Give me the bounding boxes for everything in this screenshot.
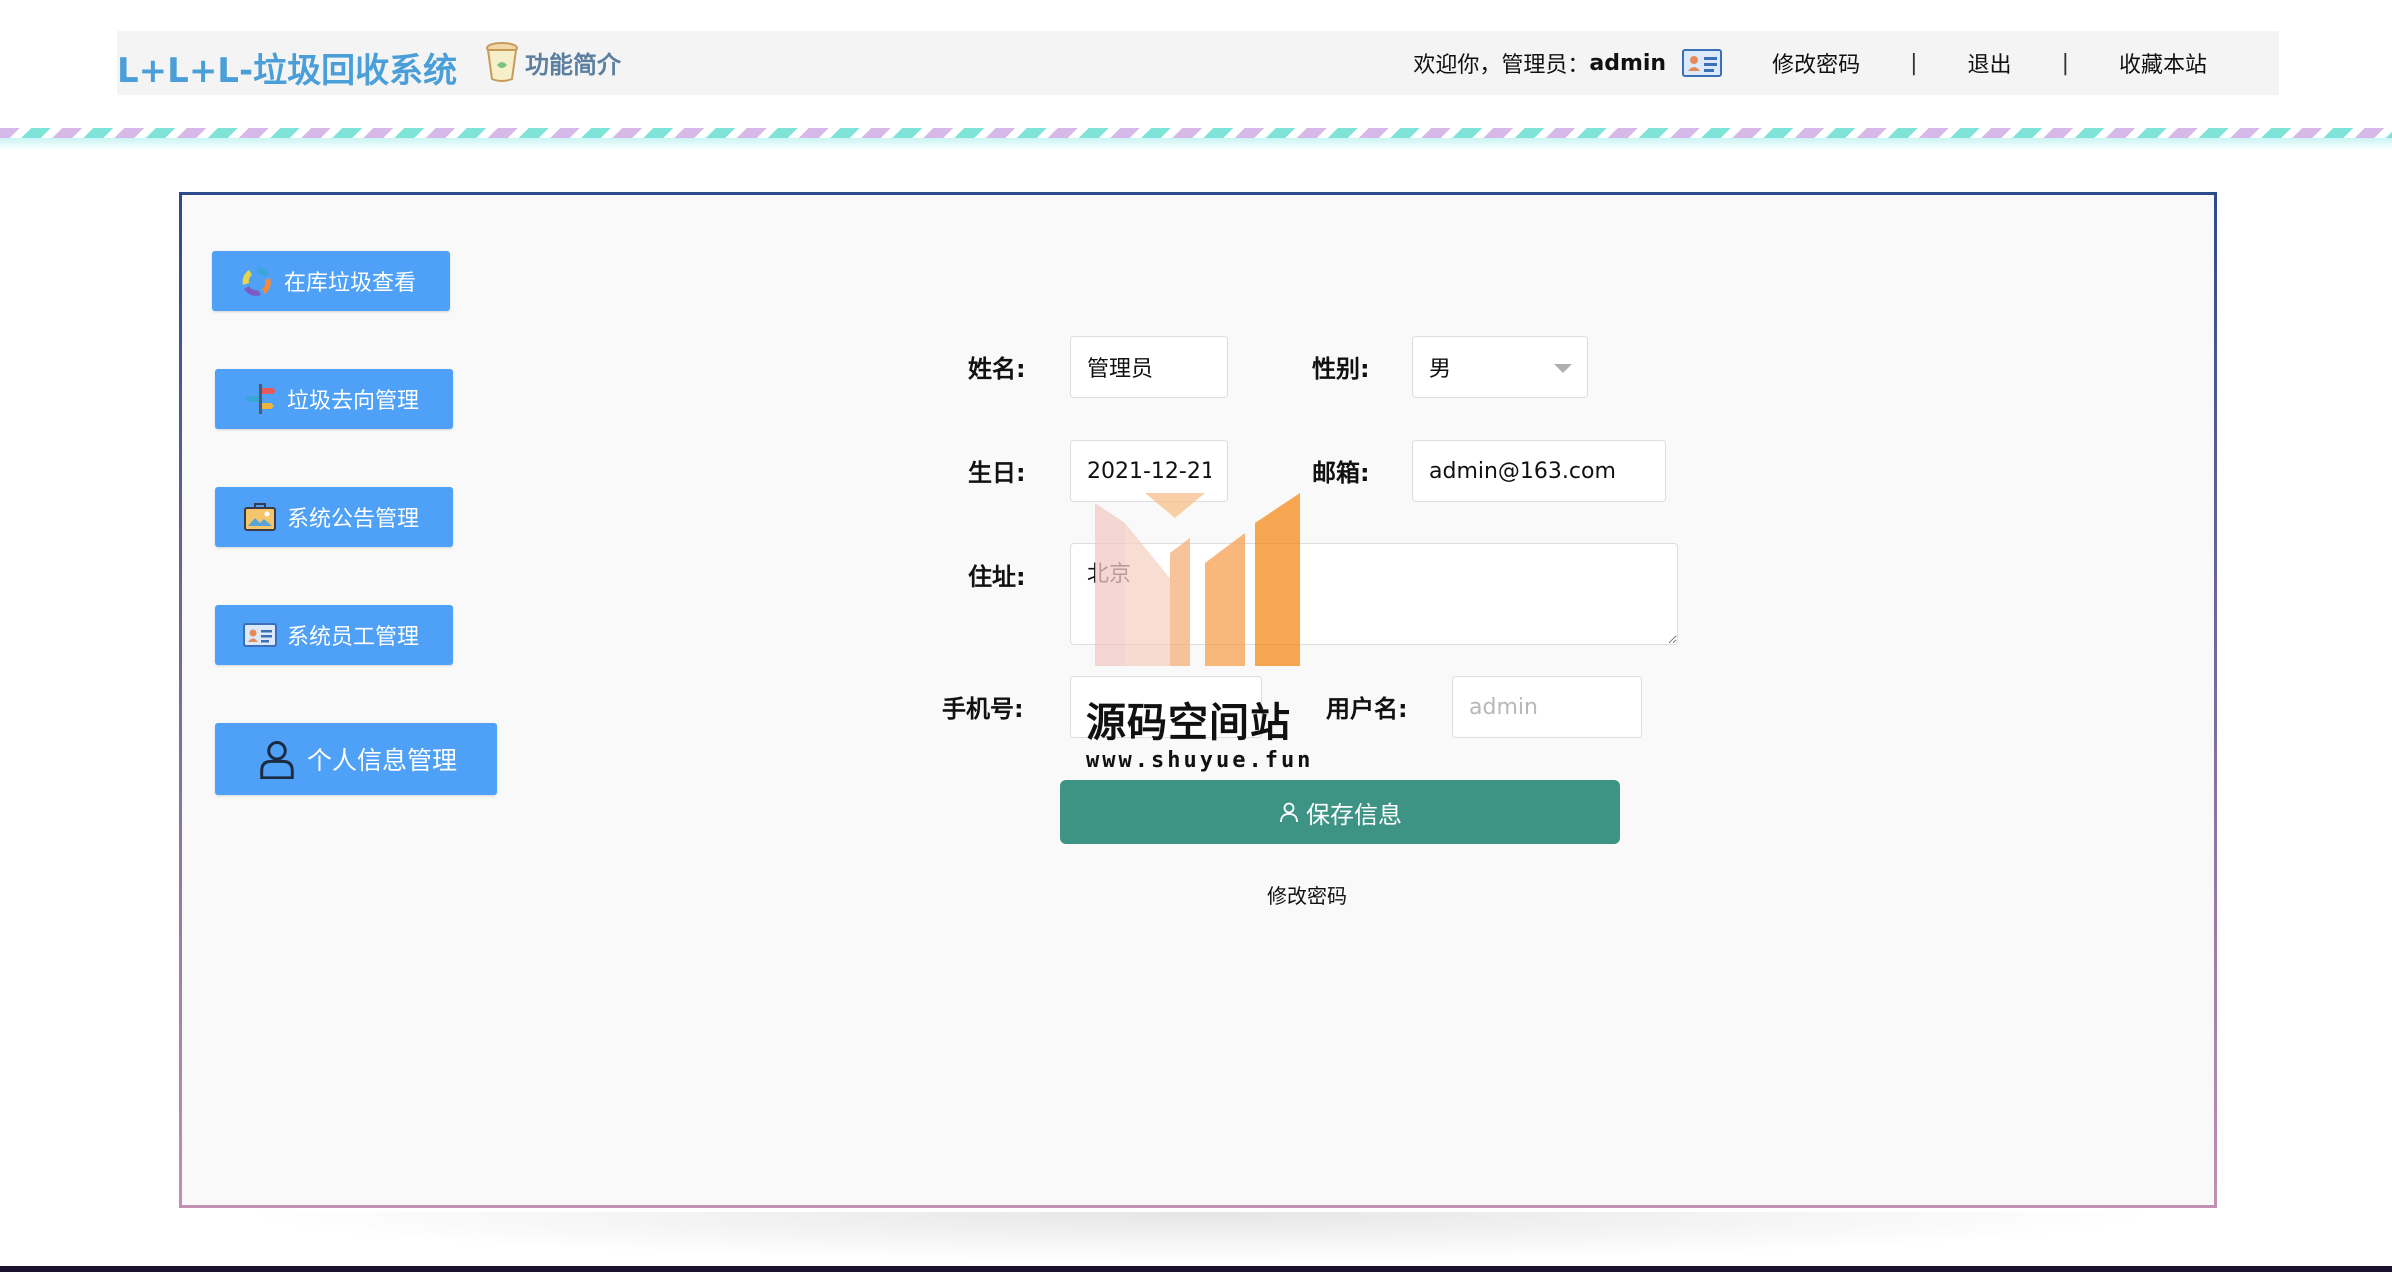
stripe-glow [0,138,2392,150]
header-nav: 欢迎你，管理员： admin 修改密码 | 退出 | 收藏本站 [1413,47,2207,79]
id-card-icon [243,623,277,647]
sidebar-item-label: 系统员工管理 [287,625,420,650]
name-label: 姓名: [968,355,1026,383]
sidebar-item-label: 在库垃圾查看 [284,271,417,296]
header-change-password-link[interactable]: 修改密码 [1772,47,1860,79]
id-card-icon [1682,49,1723,77]
email-label: 邮箱: [1312,459,1370,487]
phone-label: 手机号: [942,695,1024,723]
username-label: 用户名: [1326,695,1408,723]
feature-intro-label: 功能简介 [525,50,621,79]
gender-label: 性别: [1312,355,1370,383]
feature-intro-link[interactable]: 功能简介 [483,41,621,83]
sidebar-item-staff[interactable]: 系统员工管理 [215,605,453,665]
user-icon [260,741,294,779]
decorative-stripe [0,128,2392,138]
header-separator: | [2061,50,2069,76]
sidebar-item-profile[interactable]: 个人信息管理 [215,723,497,795]
bookmark-link[interactable]: 收藏本站 [2119,47,2207,79]
address-label: 住址: [968,563,1026,591]
cup-icon [486,42,518,82]
sidebar-item-label: 系统公告管理 [287,507,420,532]
header-separator: | [1910,50,1918,76]
brand-title: L+L+L-垃圾回收系统 [117,51,458,91]
email-input[interactable] [1412,440,1666,502]
sidebar-item-destination[interactable]: 垃圾去向管理 [215,369,453,429]
announcement-icon [244,503,276,531]
watermark-title: 源码空间站 [1086,700,1291,746]
sidebar-item-label: 个人信息管理 [307,746,458,775]
watermark-url: www.shuyue.fun [1086,748,1314,773]
welcome-text: 欢迎你，管理员： admin [1413,47,1723,79]
chevron-down-icon [1554,364,1572,373]
save-button-label: 保存信息 [1306,800,1402,829]
watermark-logo-icon [1095,493,1300,666]
birthday-label: 生日: [968,459,1026,487]
welcome-user: admin [1589,50,1667,76]
sidebar-item-label: 垃圾去向管理 [287,389,420,414]
signpost-icon [245,384,276,414]
gender-select[interactable]: 男 [1412,336,1588,398]
logout-link[interactable]: 退出 [1968,47,2012,79]
sidebar-item-announcement[interactable]: 系统公告管理 [215,487,453,547]
bottom-strip [0,1266,2392,1272]
username-input[interactable] [1452,676,1642,738]
panel-shadow [230,1212,2170,1262]
name-input[interactable] [1070,336,1228,398]
sidebar-item-inventory[interactable]: 在库垃圾查看 [212,251,450,311]
recycle-icon [242,267,271,296]
change-password-link[interactable]: 修改密码 [1267,880,1347,909]
top-header: L+L+L-垃圾回收系统 功能简介 欢迎你，管理员： admin 修改密码 | … [117,31,2279,95]
save-button[interactable]: 保存信息 [1060,780,1620,844]
user-outline-icon [1280,802,1298,823]
welcome-prefix: 欢迎你，管理员： [1413,53,1590,78]
